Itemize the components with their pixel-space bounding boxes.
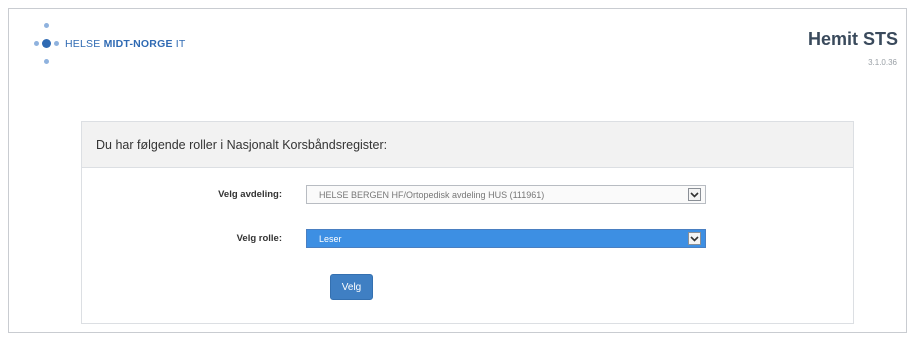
department-select[interactable]: HELSE BERGEN HF/Ortopedisk avdeling HUS … xyxy=(306,185,706,204)
role-label: Velg rolle: xyxy=(236,233,282,244)
department-select-value: HELSE BERGEN HF/Ortopedisk avdeling HUS … xyxy=(319,189,545,200)
role-selection-panel: Du har følgende roller i Nasjonalt Korsb… xyxy=(81,121,854,324)
logo-dots-icon xyxy=(33,21,61,67)
logo-text: HELSE MIDT-NORGE IT xyxy=(65,38,186,50)
role-row: Velg rolle: Leser xyxy=(82,229,706,248)
chevron-down-icon[interactable] xyxy=(688,188,701,201)
helse-midt-norge-logo: HELSE MIDT-NORGE IT xyxy=(33,21,186,67)
chevron-down-icon[interactable] xyxy=(688,232,701,245)
app-title: Hemit STS xyxy=(807,29,898,49)
page-frame: HELSE MIDT-NORGE IT Hemit STS 3.1.0.36 D… xyxy=(8,8,907,333)
department-label: Velg avdeling: xyxy=(218,189,282,200)
panel-heading: Du har følgende roller i Nasjonalt Korsb… xyxy=(82,122,853,168)
submit-button[interactable]: Velg xyxy=(330,274,373,300)
app-version: 3.1.0.36 xyxy=(868,58,897,67)
role-select-value: Leser xyxy=(319,233,342,244)
department-row: Velg avdeling: HELSE BERGEN HF/Ortopedis… xyxy=(82,185,706,204)
role-select[interactable]: Leser xyxy=(306,229,706,248)
